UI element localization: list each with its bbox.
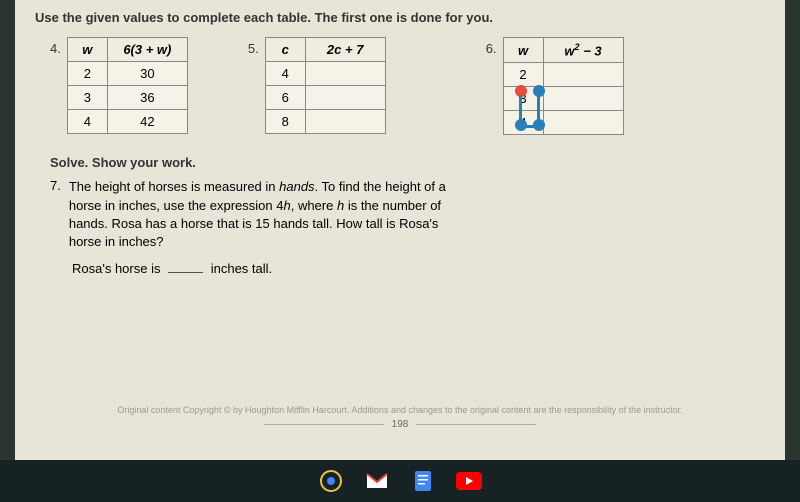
table-header: w — [67, 38, 107, 62]
table-cell: 2 — [503, 63, 543, 87]
answer-blank[interactable] — [168, 272, 203, 273]
table-4-block: 4. w 6(3 + w) 2 30 3 36 4 42 — [50, 37, 188, 135]
table-cell[interactable] — [305, 62, 385, 86]
youtube-icon[interactable] — [456, 468, 482, 494]
table-header: w — [503, 38, 543, 63]
table-header: w2 − 3 — [543, 38, 623, 63]
table-cell: 2 — [67, 62, 107, 86]
table-cell: 30 — [107, 62, 187, 86]
table-header: c — [265, 38, 305, 62]
instruction-text: Use the given values to complete each ta… — [35, 10, 765, 25]
table-cell: 3 — [67, 86, 107, 110]
answer-line: Rosa's horse is inches tall. — [72, 261, 765, 276]
worksheet-page: Use the given values to complete each ta… — [15, 0, 785, 460]
table-cell: 4 — [265, 62, 305, 86]
table-header: 6(3 + w) — [107, 38, 187, 62]
gmail-icon[interactable] — [364, 468, 390, 494]
table-cell: 42 — [107, 110, 187, 134]
table-5-block: 5. c 2c + 7 4 6 8 — [248, 37, 386, 135]
browser-icon[interactable] — [318, 468, 344, 494]
table-cell[interactable] — [543, 87, 623, 111]
table-5: c 2c + 7 4 6 8 — [265, 37, 386, 134]
copyright-text: Original content Copyright © by Houghton… — [15, 405, 785, 415]
problem-text: The height of horses is measured in hand… — [69, 178, 470, 251]
answer-suffix: inches tall. — [211, 261, 272, 276]
taskbar — [0, 460, 800, 502]
question-number: 7. — [50, 178, 61, 251]
solve-section: Solve. Show your work. 7. The height of … — [50, 155, 765, 276]
shape-line-bottom[interactable] — [519, 125, 541, 128]
table-4: w 6(3 + w) 2 30 3 36 4 42 — [67, 37, 188, 134]
question-number: 6. — [486, 41, 497, 56]
question-number: 4. — [50, 41, 61, 56]
table-6-block: 6. w w2 − 3 2 3 4 — [486, 37, 624, 135]
table-cell[interactable] — [305, 86, 385, 110]
problem-7: 7. The height of horses is measured in h… — [50, 178, 470, 251]
table-cell[interactable] — [305, 110, 385, 134]
solve-header: Solve. Show your work. — [50, 155, 765, 170]
answer-prefix: Rosa's horse is — [72, 261, 160, 276]
table-header: 2c + 7 — [305, 38, 385, 62]
table-cell: 4 — [67, 110, 107, 134]
table-cell: 8 — [265, 110, 305, 134]
table-cell[interactable] — [543, 63, 623, 87]
table-cell[interactable] — [543, 111, 623, 135]
question-number: 5. — [248, 41, 259, 56]
table-cell: 6 — [265, 86, 305, 110]
page-number: 198 — [259, 419, 541, 430]
table-cell: 36 — [107, 86, 187, 110]
document-icon[interactable] — [410, 468, 436, 494]
tables-row: 4. w 6(3 + w) 2 30 3 36 4 42 — [50, 37, 765, 135]
